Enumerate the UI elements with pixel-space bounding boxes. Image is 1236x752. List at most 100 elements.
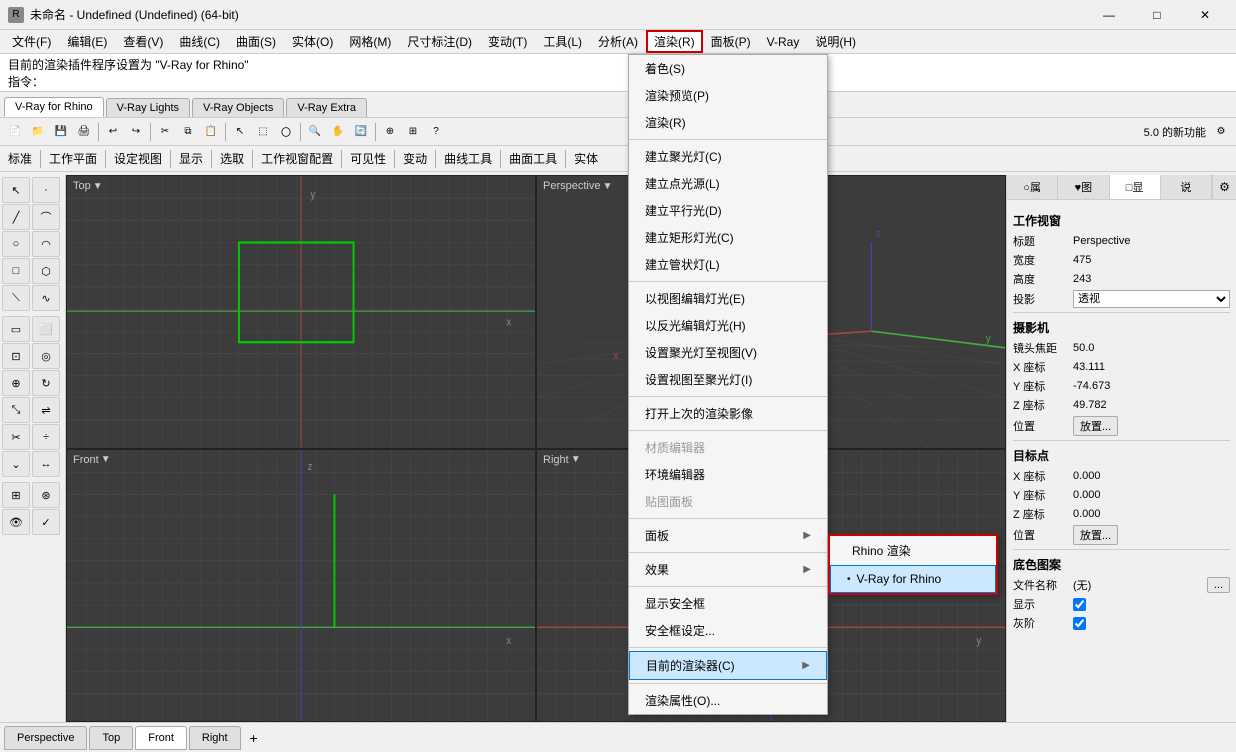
lt-revolve[interactable]: ◎ (32, 343, 60, 369)
add-viewport-tab-button[interactable]: + (243, 727, 265, 749)
window-sel-btn[interactable]: ⬚ (252, 122, 274, 142)
lt-extend[interactable]: ↔ (32, 451, 60, 477)
open-btn[interactable]: 📁 (27, 122, 49, 142)
pan-btn[interactable]: ✋ (327, 122, 349, 142)
dropdown-item---------[interactable]: 安全框设定... (629, 617, 827, 644)
lt-scale[interactable]: ⤡ (2, 397, 30, 423)
dropdown-item------[interactable]: 环境编辑器 (629, 461, 827, 488)
redo-btn[interactable]: ↪ (125, 122, 147, 142)
close-button[interactable]: ✕ (1182, 0, 1228, 30)
menu-item-transform[interactable]: 变动(T) (480, 30, 535, 53)
plugin-tab-v-ray-extra[interactable]: V-Ray Extra (286, 98, 367, 117)
lt-trim[interactable]: ✂ (2, 424, 30, 450)
rp-btn-cam-place[interactable]: 放置... (1073, 416, 1118, 436)
dropdown-item--------C-[interactable]: 建立矩形灯光(C) (629, 224, 827, 251)
menu-item-edit[interactable]: 编辑(E) (59, 30, 115, 53)
plugin-tab-v-ray-objects[interactable]: V-Ray Objects (192, 98, 284, 117)
plugin-tab-v-ray-for-rhino[interactable]: V-Ray for Rhino (4, 97, 104, 117)
lt-nurbs[interactable]: ⬜ (32, 316, 60, 342)
dropdown-item---------H-[interactable]: 以反光编辑灯光(H) (629, 312, 827, 339)
plugin-tab-v-ray-lights[interactable]: V-Ray Lights (106, 98, 190, 117)
dropdown-item----S-[interactable]: 着色(S) (629, 55, 827, 82)
viewport-top[interactable]: Top ▼ (66, 175, 536, 449)
dropdown-item------P-[interactable]: 渲染预览(P) (629, 82, 827, 109)
gumball-btn[interactable]: ⊞ (402, 122, 424, 142)
dropdown-item----R-[interactable]: 渲染(R) (629, 109, 827, 136)
dropdown-item-------L-[interactable]: 建立管状灯(L) (629, 251, 827, 278)
dropdown-item----------I-[interactable]: 设置视图至聚光灯(I) (629, 366, 827, 393)
dropdown-item-------L-[interactable]: 建立点光源(L) (629, 170, 827, 197)
rp-settings-icon[interactable]: ⚙ (1212, 175, 1236, 199)
lt-snap[interactable]: ⊛ (32, 482, 60, 508)
new-btn[interactable]: 📄 (4, 122, 26, 142)
lt-eye[interactable]: 👁 (2, 509, 30, 535)
rp-btn-bg-browse[interactable]: ... (1207, 577, 1230, 593)
lt-polyline[interactable]: ╱ (2, 204, 30, 230)
dropdown-item---[interactable]: 面板▶ (629, 522, 827, 549)
menu-item-file[interactable]: 文件(F) (4, 30, 59, 53)
menu-item-mesh[interactable]: 网格(M) (341, 30, 399, 53)
lt-polygon[interactable]: ⬡ (32, 258, 60, 284)
lt-mirror[interactable]: ⇌ (32, 397, 60, 423)
dropdown-item------[interactable]: 显示安全框 (629, 590, 827, 617)
settings-gear-icon[interactable]: ⚙ (1210, 122, 1232, 142)
lt-grid[interactable]: ⊞ (2, 482, 30, 508)
maximize-button[interactable]: □ (1134, 0, 1180, 30)
menu-item-tools[interactable]: 工具(L) (535, 30, 590, 53)
menu-item-panels[interactable]: 面板(P) (703, 30, 759, 53)
dropdown-item----------V-[interactable]: 设置聚光灯至视图(V) (629, 339, 827, 366)
lt-arc[interactable]: ◠ (32, 231, 60, 257)
dropdown-item---[interactable]: 效果▶ (629, 556, 827, 583)
dropdown-item---------E-[interactable]: 以视图编辑灯光(E) (629, 285, 827, 312)
menu-item-vray[interactable]: V-Ray (759, 30, 808, 53)
dropdown-item----------[interactable]: 打开上次的渲染影像 (629, 400, 827, 427)
lt-surface[interactable]: ▭ (2, 316, 30, 342)
menu-item-solid[interactable]: 实体(O) (284, 30, 341, 53)
rp-tab-layer[interactable]: ♥图 (1058, 175, 1109, 199)
rp-btn-tgt-place[interactable]: 放置... (1073, 525, 1118, 545)
rp-tab-properties[interactable]: ○属 (1007, 175, 1058, 199)
save-btn[interactable]: 💾 (50, 122, 72, 142)
undo-btn[interactable]: ↩ (102, 122, 124, 142)
rotate-btn[interactable]: 🔄 (350, 122, 372, 142)
viewport-front[interactable]: Front ▼ (66, 449, 536, 723)
print-btn[interactable]: 🖨 (73, 122, 95, 142)
dropdown-item------O----[interactable]: 渲染属性(O)... (629, 687, 827, 714)
dropdown-item-------C-[interactable]: 建立聚光灯(C) (629, 143, 827, 170)
menu-item-view[interactable]: 查看(V) (115, 30, 171, 53)
viewport-right-dropdown[interactable]: ▼ (571, 454, 581, 465)
lt-rotate[interactable]: ↻ (32, 370, 60, 396)
menu-item-analyze[interactable]: 分析(A) (590, 30, 646, 53)
lt-rect[interactable]: □ (2, 258, 30, 284)
lasso-sel-btn[interactable]: 〇 (275, 122, 297, 142)
copy-btn[interactable]: ⧉ (177, 122, 199, 142)
menu-item-surface[interactable]: 曲面(S) (228, 30, 284, 53)
lt-extrude[interactable]: ⊡ (2, 343, 30, 369)
lt-check[interactable]: ✓ (32, 509, 60, 535)
menu-item-help[interactable]: 说明(H) (807, 30, 864, 53)
bottom-tab-right[interactable]: Right (189, 726, 241, 750)
lt-line[interactable]: ⟍ (2, 285, 30, 311)
submenu-renderer-item-v-ray-for-rhino[interactable]: •V-Ray for Rhino (830, 565, 996, 593)
zoom-btn[interactable]: 🔍 (304, 122, 326, 142)
lt-join[interactable]: ⌄ (2, 451, 30, 477)
bottom-tab-front[interactable]: Front (135, 726, 187, 750)
snap-btn[interactable]: ⊕ (379, 122, 401, 142)
cut-btn[interactable]: ✂ (154, 122, 176, 142)
dropdown-item--------C-[interactable]: 目前的渲染器(C)▶ (629, 651, 827, 680)
minimize-button[interactable]: — (1086, 0, 1132, 30)
rp-cb-bg-gray[interactable] (1073, 617, 1086, 630)
help-icon-btn[interactable]: ? (425, 122, 447, 142)
menu-item-curve[interactable]: 曲线(C) (171, 30, 228, 53)
lt-split[interactable]: ÷ (32, 424, 60, 450)
lt-select[interactable]: ↖ (2, 177, 30, 203)
bottom-tab-perspective[interactable]: Perspective (4, 726, 87, 750)
bottom-tab-top[interactable]: Top (89, 726, 133, 750)
submenu-renderer-item-rhino-渲染[interactable]: Rhino 渲染 (830, 536, 996, 565)
lt-circle[interactable]: ○ (2, 231, 30, 257)
dropdown-item-------D-[interactable]: 建立平行光(D) (629, 197, 827, 224)
lt-curve[interactable]: ⌒ (32, 204, 60, 230)
menu-item-dim[interactable]: 尺寸标注(D) (399, 30, 480, 53)
viewport-front-dropdown[interactable]: ▼ (101, 454, 111, 465)
rp-select-projection[interactable]: 透视 平行 (1073, 290, 1230, 308)
